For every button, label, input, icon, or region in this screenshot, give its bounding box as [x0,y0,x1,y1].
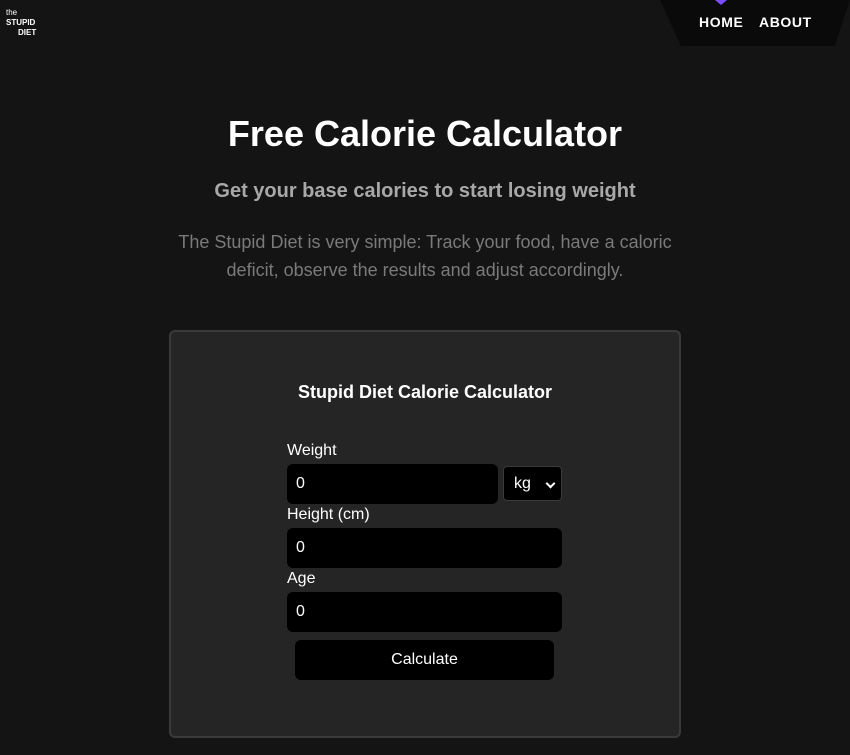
calculate-button[interactable]: Calculate [295,640,554,680]
page-title: Free Calorie Calculator [227,113,623,154]
nav-home-link[interactable]: HOME [699,14,743,30]
nav-about-link[interactable]: ABOUT [759,14,812,30]
calculator-title: Stupid Diet Calorie Calculator [297,382,553,402]
height-input[interactable] [287,528,562,568]
top-nav [660,0,850,46]
age-input[interactable] [287,592,562,632]
weight-label: Weight [287,442,337,459]
weight-unit-value: kg [514,474,531,492]
chevron-down-icon [545,478,556,489]
logo-line-stupid: STUPID [6,18,36,27]
page-subtitle: Get your base calories to start losing w… [214,180,636,202]
logo-line-diet: DIET [18,28,37,37]
site-logo[interactable]: the STUPID DIET [6,8,36,38]
page-description: The Stupid Diet is very simple: Track yo… [178,232,672,280]
weight-unit-select[interactable]: kg [503,466,562,501]
weight-input[interactable] [287,464,498,504]
age-label: Age [287,570,316,587]
logo-line-the: the [6,8,18,17]
height-label: Height (cm) [287,506,370,523]
